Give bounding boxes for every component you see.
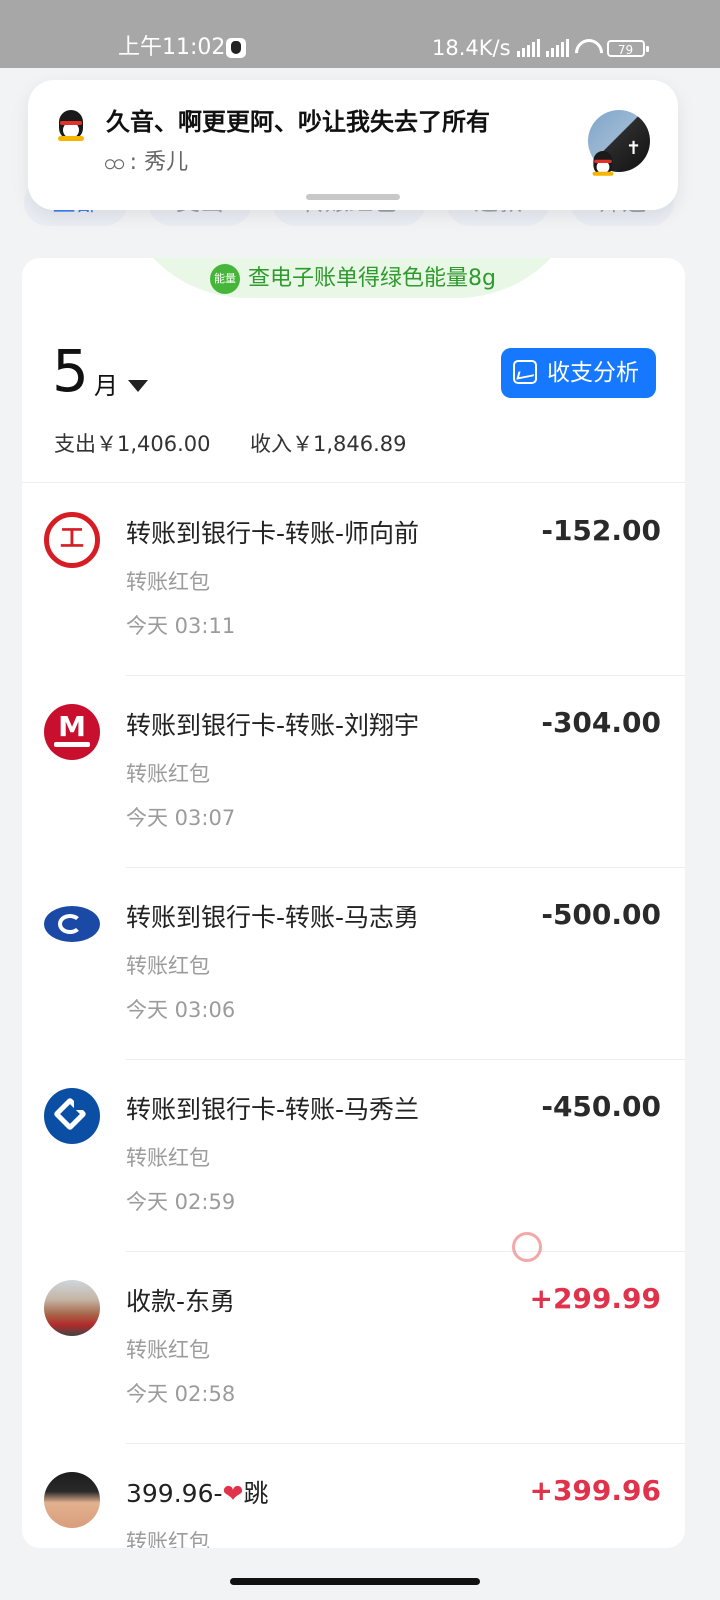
energy-badge-icon: 能量 [210,264,240,294]
transaction-title: 转账到银行卡-转账-师向前 [126,519,420,548]
signal-icon-2 [545,39,569,57]
transaction-row[interactable]: 转账到银行卡-转账-师向前 转账红包 今天 03:11 -152.00 [22,484,685,676]
transaction-row[interactable]: 399.96-❤跳 转账红包 +399.96 [22,1444,685,1548]
analysis-button-label: 收支分析 [547,360,639,386]
transaction-title-suffix: 跳 [243,1479,269,1508]
transaction-amount: -152.00 [541,514,661,547]
transaction-row[interactable]: 转账到银行卡-转账-马秀兰 转账红包 今天 02:59 -450.00 [22,1060,685,1252]
battery-icon: 79 [606,39,649,57]
transaction-category: 转账红包 [126,954,210,978]
transaction-time: 今天 02:59 [126,1190,236,1214]
transaction-category: 转账红包 [126,570,210,594]
transaction-amount: -450.00 [541,1090,661,1123]
trend-chart-icon [513,360,537,384]
transaction-category: 转账红包 [126,762,210,786]
transaction-time: 今天 03:06 [126,998,236,1022]
status-time: 上午11:02 [118,35,226,60]
transaction-category: 转账红包 [126,1338,210,1362]
network-speed: 18.4K/s [432,36,511,60]
gd-bank-icon [44,896,100,952]
transaction-row[interactable]: 转账到银行卡-转账-马志勇 转账红包 今天 03:06 -500.00 [22,868,685,1060]
transaction-title: 转账到银行卡-转账-马志勇 [126,903,420,932]
icbc-bank-icon [44,512,100,568]
transaction-row[interactable]: 转账到银行卡-转账-刘翔宇 转账红包 今天 03:07 -304.00 [22,676,685,868]
status-indicators: 18.4K/s 79 [432,34,649,62]
user-avatar [44,1280,100,1336]
transaction-amount: +399.96 [529,1474,661,1507]
energy-banner-link[interactable]: 查电子账单得绿色能量8g [248,264,496,294]
home-indicator[interactable] [230,1578,480,1585]
transaction-title: 收款-东勇 [126,1287,236,1316]
signal-icon [516,39,540,57]
watermark-icon [512,1232,542,1262]
bill-card: 能量 查电子账单得绿色能量8g 5 月 收支分析 支出￥1,406.00 收入￥… [22,258,685,1548]
chevron-down-icon[interactable] [128,380,148,392]
cmb-bank-icon [44,704,100,760]
transaction-title: 转账到银行卡-转账-马秀兰 [126,1095,420,1124]
month-number[interactable]: 5 [52,336,89,406]
transaction-amount: -304.00 [541,706,661,739]
expense-summary: 支出￥1,406.00 [54,432,211,456]
qq-penguin-icon [56,108,86,142]
ccb-bank-icon [44,1088,100,1144]
wifi-icon [575,39,601,57]
user-avatar [44,1472,100,1528]
transaction-time: 今天 03:07 [126,806,236,830]
month-suffix[interactable]: 月 [94,366,118,401]
transaction-category: 转账红包 [126,1146,210,1170]
transaction-time: 今天 03:11 [126,614,236,638]
watermark-logo [512,1228,632,1278]
qq-status-icon [226,38,246,58]
notification-message: ထ : 秀儿 [104,150,189,175]
transaction-category: 转账红包 [126,1530,210,1548]
income-summary: 收入￥1,846.89 [250,432,407,456]
transaction-title-amount: 399.96- [126,1479,223,1508]
status-bar: 上午11:02 18.4K/s 79 [0,0,720,68]
transaction-amount: -500.00 [541,898,661,931]
transaction-title: 399.96-❤跳 [126,1474,268,1510]
income-expense-analysis-button[interactable]: 收支分析 [501,348,656,398]
transaction-amount: +299.99 [529,1282,661,1315]
heart-icon: ❤ [222,1479,244,1508]
transaction-title: 转账到银行卡-转账-刘翔宇 [126,711,420,740]
qq-badge-icon [591,149,615,176]
qq-notification[interactable]: 久音、啊更更阿、吵让我失去了所有 ထ : 秀儿 [28,80,678,210]
divider [22,482,685,483]
transaction-time: 今天 02:58 [126,1382,236,1406]
notification-handle[interactable] [306,194,400,200]
notification-title: 久音、啊更更阿、吵让我失去了所有 [106,108,490,136]
transaction-row[interactable]: 收款-东勇 转账红包 今天 02:58 +299.99 [22,1252,685,1444]
